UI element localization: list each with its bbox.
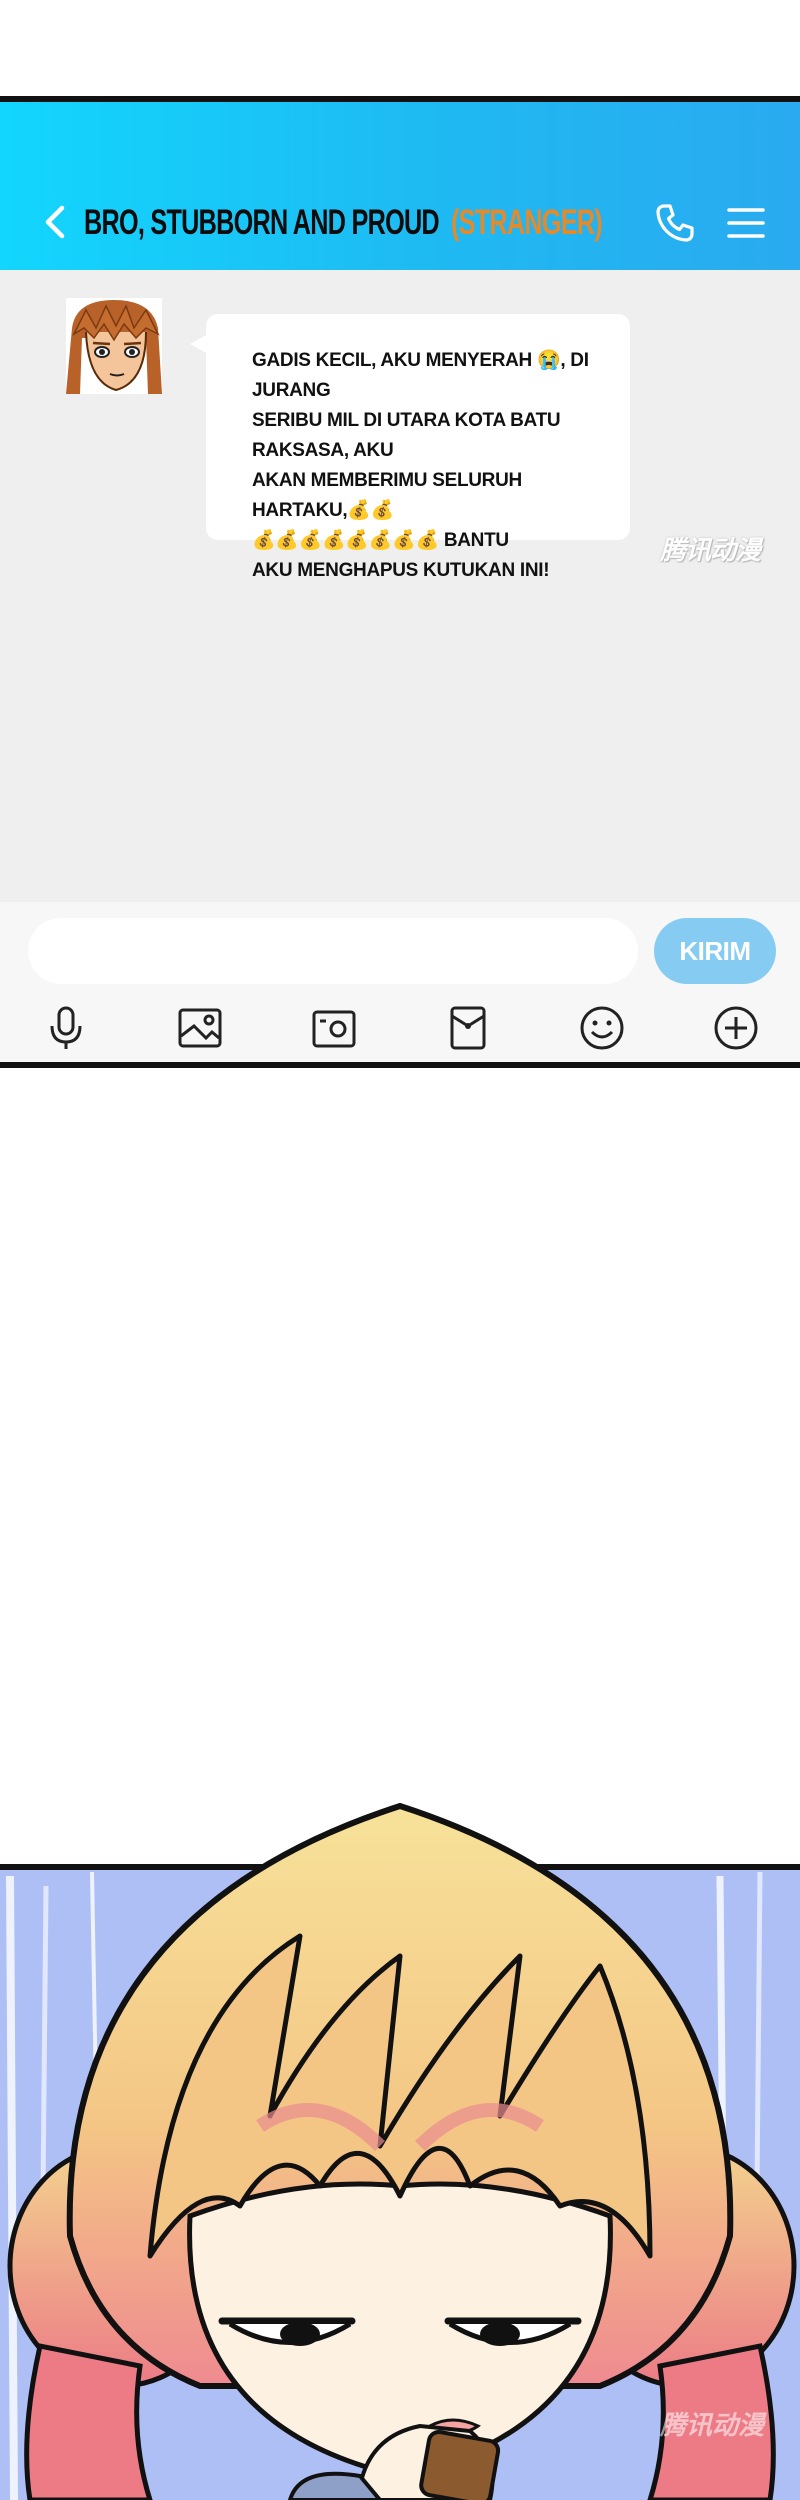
message-input[interactable] [28,918,638,984]
chat-screen-panel: BRO, STUBBORN AND PROUD (STRANGER) GADIS… [0,96,800,1068]
contact-avatar[interactable] [66,298,162,394]
contact-title[interactable]: BRO, STUBBORN AND PROUD (STRANGER) [84,198,603,248]
contact-name: BRO, STUBBORN AND PROUD [84,203,440,242]
message-bubble[interactable]: GADIS KECIL, AKU MENYERAH 😭, DI JURANG S… [206,314,630,581]
emoji-icon[interactable] [578,1004,626,1052]
panel-watermark: 腾讯动漫 [659,2410,767,2440]
camera-icon[interactable] [310,1004,358,1052]
red-packet-icon[interactable] [444,1004,492,1052]
send-button[interactable]: KIRIM [654,918,776,984]
plus-icon[interactable] [712,1004,760,1052]
input-toolbar [0,996,800,1056]
phone-icon[interactable] [654,202,696,244]
message-line: AKU MENGHAPUS KUTUKAN INI! [252,560,550,581]
chevron-left-icon[interactable] [36,202,76,242]
menu-icon[interactable] [726,206,766,240]
message-line: AKAN MEMBERIMU SELURUH HARTAKU,💰💰 [252,470,522,521]
message-line: SERIBU MIL DI UTARA KOTA BATU RAKSASA, A… [252,410,561,461]
input-area: KIRIM [0,902,800,1062]
chat-header: BRO, STUBBORN AND PROUD (STRANGER) [0,102,800,270]
image-icon[interactable] [176,1004,224,1052]
contact-tag: (STRANGER) [450,203,603,242]
watermark: 腾讯动漫 [660,535,761,565]
comic-girl-illustration: 腾讯动漫 [0,1802,800,2500]
message-text: GADIS KECIL, AKU MENYERAH 😭, DI JURANG S… [252,346,596,586]
message-line: 💰💰💰💰💰💰💰💰 BANTU [252,530,509,551]
microphone-icon[interactable] [42,1004,90,1052]
message-line: GADIS KECIL, AKU MENYERAH 😭, DI JURANG [252,350,589,401]
